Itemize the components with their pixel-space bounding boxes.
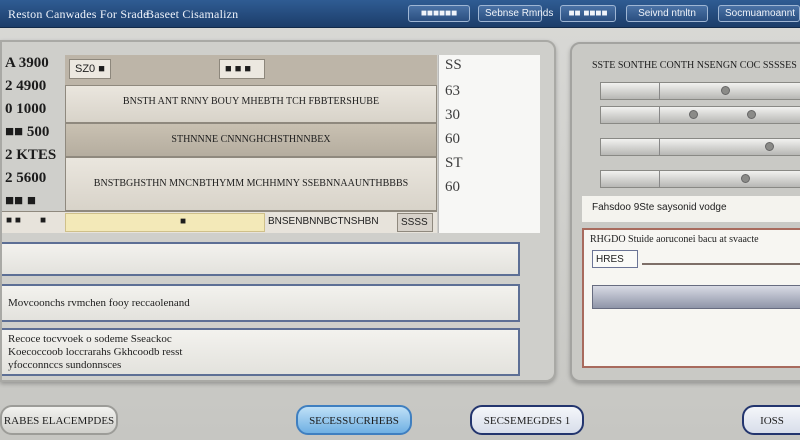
- highlight-text: ■: [180, 216, 187, 227]
- side-panel-box: RHGDO Stuide aoruconei bacu at svaacte H…: [582, 228, 800, 368]
- value-number: 63: [445, 83, 460, 99]
- grid-row[interactable]: STHNNNE CNNNGHCHSTHNNBEX: [65, 123, 437, 157]
- slider-knob[interactable]: [721, 86, 730, 95]
- strip-cell: ■ ■: [6, 215, 21, 226]
- slider-2[interactable]: [600, 106, 800, 124]
- text-area-line: yfocconnccs sundonnsces: [8, 359, 122, 371]
- toolbar-button-4[interactable]: Seivnd ntnltn: [626, 5, 708, 22]
- row-labels: A 3900 2 4900 0 1000 ■■ 500 2 KTES 2 560…: [2, 55, 62, 216]
- side-box-bar[interactable]: [592, 285, 800, 309]
- grid-header: SZ0 ■ ■ ■ ■: [65, 55, 437, 85]
- row-label: 0 1000: [5, 101, 47, 117]
- row-label: ■■ 500: [5, 124, 50, 140]
- value-column: SS 63 30 60 ST 60: [438, 55, 540, 233]
- value-number: 60: [445, 131, 460, 147]
- row-label: 2 KTES: [5, 147, 57, 163]
- slider-1[interactable]: [600, 82, 800, 100]
- text-area-line: Recoce tocvvoek o sodeme Sseackoc: [8, 333, 172, 345]
- row-label: 2 4900: [5, 78, 47, 94]
- side-box-field[interactable]: HRES: [592, 250, 638, 268]
- text-area-line: Koecoccoob loccrarahs Gkhcoodb resst: [8, 346, 183, 358]
- bottom-button-1[interactable]: RABES ELACEMPDES: [0, 405, 118, 435]
- slider-knob[interactable]: [689, 110, 698, 119]
- bottom-button-3[interactable]: SECSEMEGDES 1: [470, 405, 584, 435]
- toolbar-button-5[interactable]: Socmuamoannt: [718, 5, 800, 22]
- title-bar: Reston Canwades For Srade Baseet Cisamal…: [0, 0, 800, 28]
- text-area[interactable]: Recoce tocvvoek o sodeme Sseackoc Koecoc…: [2, 328, 520, 376]
- window-title: Reston Canwades For Srade: [8, 7, 149, 21]
- slider-divider: [659, 171, 660, 187]
- slider-divider: [659, 107, 660, 123]
- side-panel-header: SSTE SONTHE CONTH NSENGN COC SSSSES: [592, 60, 797, 71]
- side-box-rule: [642, 263, 800, 265]
- slider-divider: [659, 139, 660, 155]
- value-number: SS: [445, 57, 462, 73]
- toolbar-button-1[interactable]: ■■■■■■: [408, 5, 470, 22]
- slider-knob[interactable]: [747, 110, 756, 119]
- toolbar-button-2[interactable]: Sebnse Rmnds: [478, 5, 553, 22]
- strip-middle-text: BNSENBNNBCTNSHBN: [268, 216, 379, 227]
- strip-last-cell[interactable]: SSSS: [397, 213, 433, 232]
- toolbar-button-3[interactable]: ■■ ■■■■: [560, 5, 616, 22]
- slider-knob[interactable]: [741, 174, 750, 183]
- side-panel: SSTE SONTHE CONTH NSENGN COC SSSSES Fahs…: [570, 42, 800, 382]
- row-label: A 3900: [5, 55, 49, 71]
- value-number: ST: [445, 155, 463, 171]
- side-panel-caption: Fahsdoo 9Ste saysonid vodge: [582, 196, 800, 222]
- slider-divider: [659, 83, 660, 99]
- grid-row[interactable]: BNSTBGHSTHN MNCNBTHYMM MCHHMNY SSEBNNAAU…: [65, 157, 437, 211]
- grid-row[interactable]: BNSTH ANT RNNY BOUY MHEBTH TCH FBBTERSHU…: [65, 85, 437, 123]
- highlight-cell[interactable]: ■: [65, 213, 265, 232]
- data-grid: SZ0 ■ ■ ■ ■ BNSTH ANT RNNY BOUY MHEBTH T…: [65, 55, 437, 219]
- main-panel: A 3900 2 4900 0 1000 ■■ 500 2 KTES 2 560…: [0, 40, 556, 382]
- bottom-button-4[interactable]: IOSS: [742, 405, 800, 435]
- window-subtitle: Baseet Cisamalizn: [146, 7, 239, 21]
- text-field-value: Movcoonchs rvmchen fooy reccaolenand: [8, 297, 190, 309]
- grid-header-box[interactable]: SZ0 ■: [69, 59, 111, 79]
- slider-3[interactable]: [600, 138, 800, 156]
- status-strip: ■ ■ ■ ■ BNSENBNNBCTNSHBN SSSS: [2, 211, 437, 233]
- text-field-1[interactable]: [2, 242, 520, 276]
- row-label: 2 5600: [5, 170, 47, 186]
- slider-knob[interactable]: [765, 142, 774, 151]
- slider-4[interactable]: [600, 170, 800, 188]
- side-box-text: RHGDO Stuide aoruconei bacu at svaacte: [590, 234, 759, 245]
- text-field-2[interactable]: Movcoonchs rvmchen fooy reccaolenand: [2, 284, 520, 322]
- bottom-button-2[interactable]: SECESSUCRHEBS: [296, 405, 412, 435]
- grid-header-box[interactable]: ■ ■ ■: [219, 59, 265, 79]
- value-number: 30: [445, 107, 460, 123]
- strip-cell: ■: [40, 215, 47, 226]
- value-number: 60: [445, 179, 460, 195]
